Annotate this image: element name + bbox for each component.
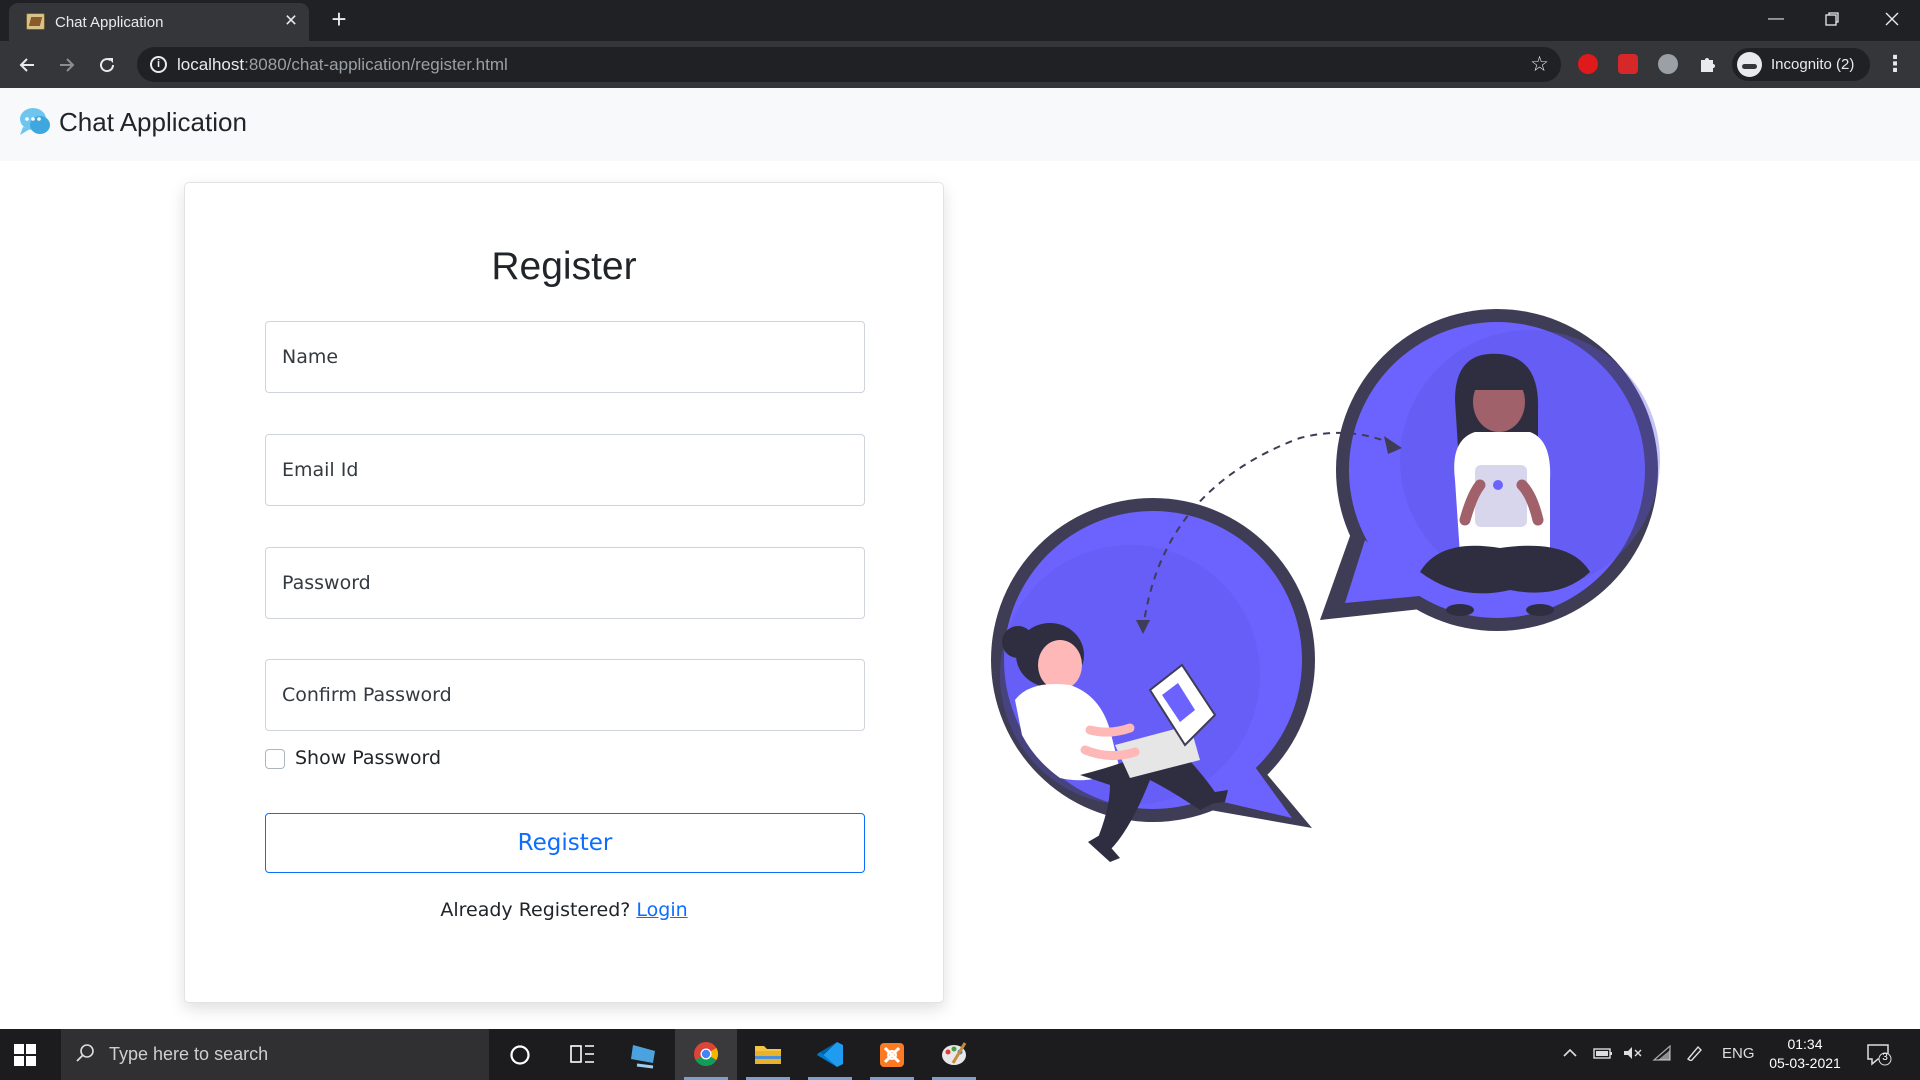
taskbar-app-xampp[interactable] xyxy=(861,1029,923,1080)
forward-arrow-icon xyxy=(60,58,75,72)
login-prompt-text: Already Registered? xyxy=(440,899,631,921)
chat-illustration xyxy=(991,309,1660,862)
show-hidden-icons-chevron-icon[interactable] xyxy=(1562,1045,1578,1066)
site-navbar: Chat Application xyxy=(0,88,1920,161)
chrome-icon xyxy=(694,1042,719,1067)
forward-button[interactable] xyxy=(51,49,83,81)
tab-title: Chat Application xyxy=(55,14,164,31)
xampp-icon xyxy=(880,1043,904,1067)
password-field[interactable] xyxy=(265,547,865,619)
pen-icon xyxy=(1686,1045,1702,1062)
confirm-password-field[interactable] xyxy=(265,659,865,731)
windows-start-icon[interactable] xyxy=(14,1044,36,1066)
vscode-icon xyxy=(817,1042,843,1067)
address-bar[interactable]: i localhost:8080/chat-application/regist… xyxy=(137,47,1561,82)
browser-menu-icon[interactable]: ⋮ xyxy=(1880,49,1910,79)
task-view-icon xyxy=(570,1045,594,1063)
remote-desktop-icon xyxy=(631,1045,655,1069)
extension-adblock-icon[interactable] xyxy=(1578,54,1598,74)
browser-toolbar: i localhost:8080/chat-application/regist… xyxy=(0,41,1920,88)
reload-icon xyxy=(100,58,115,73)
close-icon xyxy=(1885,12,1899,26)
taskbar-app-paint[interactable] xyxy=(923,1029,985,1080)
name-field[interactable] xyxy=(265,321,865,393)
paint-palette-icon xyxy=(942,1042,967,1065)
taskbar-app-vscode[interactable] xyxy=(799,1029,861,1080)
email-field[interactable] xyxy=(265,434,865,506)
incognito-profile-button[interactable]: Incognito (2) xyxy=(1732,48,1870,81)
tab-favicon-icon xyxy=(26,13,45,30)
brand-title[interactable]: Chat Application xyxy=(59,107,247,138)
search-icon xyxy=(76,1044,94,1062)
tab-close-icon[interactable]: × xyxy=(279,9,303,33)
wifi-icon[interactable] xyxy=(1652,1044,1672,1066)
extension-record-icon[interactable] xyxy=(1658,54,1678,74)
task-view-button[interactable] xyxy=(551,1029,613,1080)
url-host: localhost xyxy=(177,55,245,74)
restore-button[interactable] xyxy=(1804,0,1860,38)
url-text[interactable]: localhost:8080/chat-application/register… xyxy=(177,55,508,75)
chat-bubble-logo-icon[interactable] xyxy=(18,105,52,139)
profile-label: Incognito (2) xyxy=(1771,56,1855,73)
back-arrow-icon xyxy=(19,58,34,72)
cortana-icon xyxy=(510,1045,530,1065)
minimize-button[interactable]: — xyxy=(1748,0,1804,38)
show-password-checkbox[interactable] xyxy=(265,749,285,769)
wifi-signal-icon xyxy=(1652,1044,1671,1061)
extension-flag-icon[interactable] xyxy=(1618,54,1638,74)
taskbar-clock[interactable]: 01:34 05-03-2021 xyxy=(1760,1035,1850,1073)
taskbar-app-chrome[interactable] xyxy=(675,1029,737,1080)
back-button[interactable] xyxy=(11,49,43,81)
browser-tab[interactable]: Chat Application × xyxy=(9,3,309,41)
language-indicator[interactable]: ENG xyxy=(1722,1045,1755,1062)
taskbar-app-remote[interactable] xyxy=(613,1029,675,1080)
folder-icon xyxy=(755,1046,781,1064)
battery-shape-icon xyxy=(1593,1048,1612,1059)
cortana-button[interactable] xyxy=(489,1029,551,1080)
reload-button[interactable] xyxy=(91,49,123,81)
taskbar-app-file-explorer[interactable] xyxy=(737,1029,799,1080)
show-password-label[interactable]: Show Password xyxy=(295,747,441,769)
notification-count: 3 xyxy=(1882,1052,1888,1063)
register-card: Register Show Password Register Already … xyxy=(184,182,944,1003)
browser-tab-strip: Chat Application × + — xyxy=(0,0,1920,41)
register-button[interactable]: Register xyxy=(265,813,865,873)
url-path: :8080/chat-application/register.html xyxy=(244,55,508,74)
new-tab-button[interactable]: + xyxy=(325,5,353,33)
page-title: Register xyxy=(491,245,637,288)
clock-date: 05-03-2021 xyxy=(1769,1055,1841,1071)
speaker-icon xyxy=(1624,1047,1642,1059)
site-info-icon[interactable]: i xyxy=(150,56,167,73)
close-window-button[interactable] xyxy=(1864,0,1920,38)
clock-time: 01:34 xyxy=(1787,1036,1823,1052)
battery-icon[interactable] xyxy=(1592,1045,1614,1066)
puzzle-icon xyxy=(1701,58,1715,72)
extensions-puzzle-icon[interactable] xyxy=(1698,54,1718,74)
taskbar-search-box[interactable]: Type here to search xyxy=(61,1029,489,1080)
search-placeholder: Type here to search xyxy=(109,1044,269,1064)
windows-taskbar: Type here to search ENG 01:34 05-03-2021… xyxy=(0,1029,1920,1080)
chevron-up-icon xyxy=(1563,1048,1577,1057)
notification-center-button[interactable]: 3 xyxy=(1866,1042,1892,1066)
incognito-icon xyxy=(1737,52,1762,77)
pen-ink-icon[interactable] xyxy=(1684,1045,1704,1066)
restore-icon xyxy=(1825,12,1839,26)
login-prompt-line: Already Registered? Login xyxy=(185,899,943,921)
volume-muted-icon[interactable] xyxy=(1622,1045,1644,1066)
login-link[interactable]: Login xyxy=(636,899,687,921)
bookmark-star-icon[interactable]: ☆ xyxy=(1530,52,1549,77)
